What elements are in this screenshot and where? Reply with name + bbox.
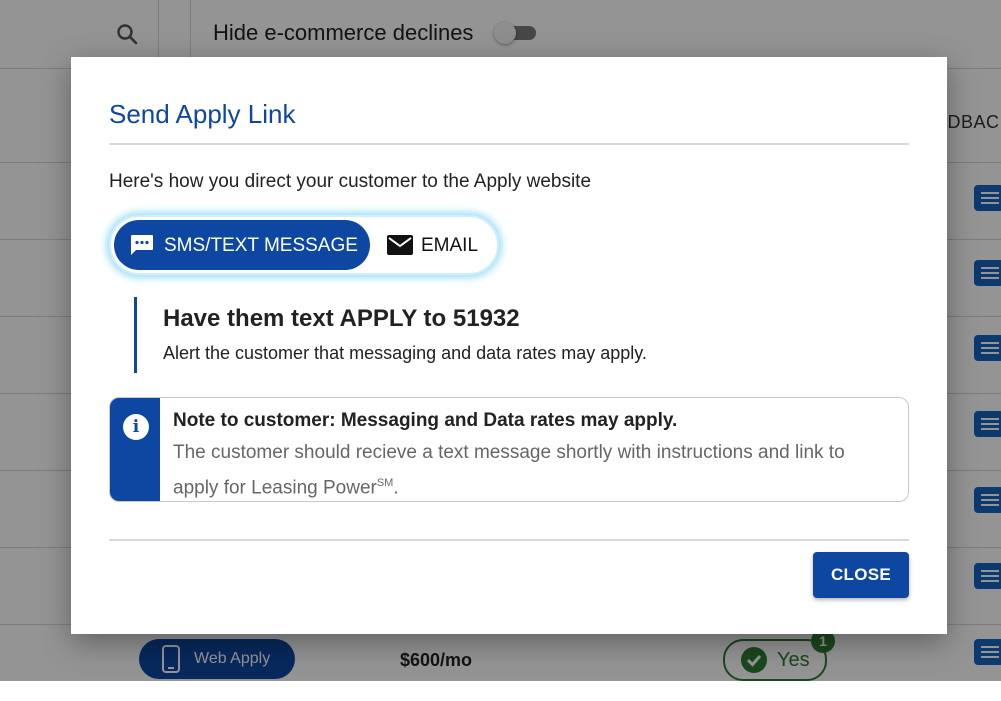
note-body-text: The customer should recieve a text messa…: [173, 442, 845, 499]
instruction-subtext: Alert the customer that messaging and da…: [163, 343, 647, 363]
instruction-accent-bar: [134, 297, 137, 373]
service-mark: SM: [376, 477, 394, 489]
delivery-method-toggle: SMS/TEXT MESSAGE EMAIL: [109, 215, 499, 275]
note-sidebar: i: [110, 398, 160, 501]
footer-divider: [109, 539, 909, 541]
message-icon: [131, 235, 153, 255]
email-option-label: EMAIL: [421, 235, 479, 256]
mail-icon: [387, 235, 413, 255]
dialog-intro: Here's how you direct your customer to t…: [109, 171, 592, 192]
note-body: The customer should recieve a text messa…: [173, 438, 893, 501]
send-apply-link-dialog: Send Apply Link Here's how you direct yo…: [71, 57, 947, 634]
email-option-button[interactable]: EMAIL: [373, 220, 495, 270]
title-divider: [109, 143, 909, 145]
close-button[interactable]: CLOSE: [813, 552, 909, 598]
note-body-suffix: .: [393, 477, 399, 499]
info-icon: i: [123, 414, 149, 440]
sms-option-button[interactable]: SMS/TEXT MESSAGE: [114, 220, 370, 270]
dialog-title: Send Apply Link: [109, 99, 296, 129]
note-heading: Note to customer: Messaging and Data rat…: [173, 410, 678, 431]
customer-note-callout: i Note to customer: Messaging and Data r…: [109, 397, 909, 502]
instruction-heading: Have them text APPLY to 51932: [163, 305, 520, 332]
sms-option-label: SMS/TEXT MESSAGE: [164, 235, 358, 256]
